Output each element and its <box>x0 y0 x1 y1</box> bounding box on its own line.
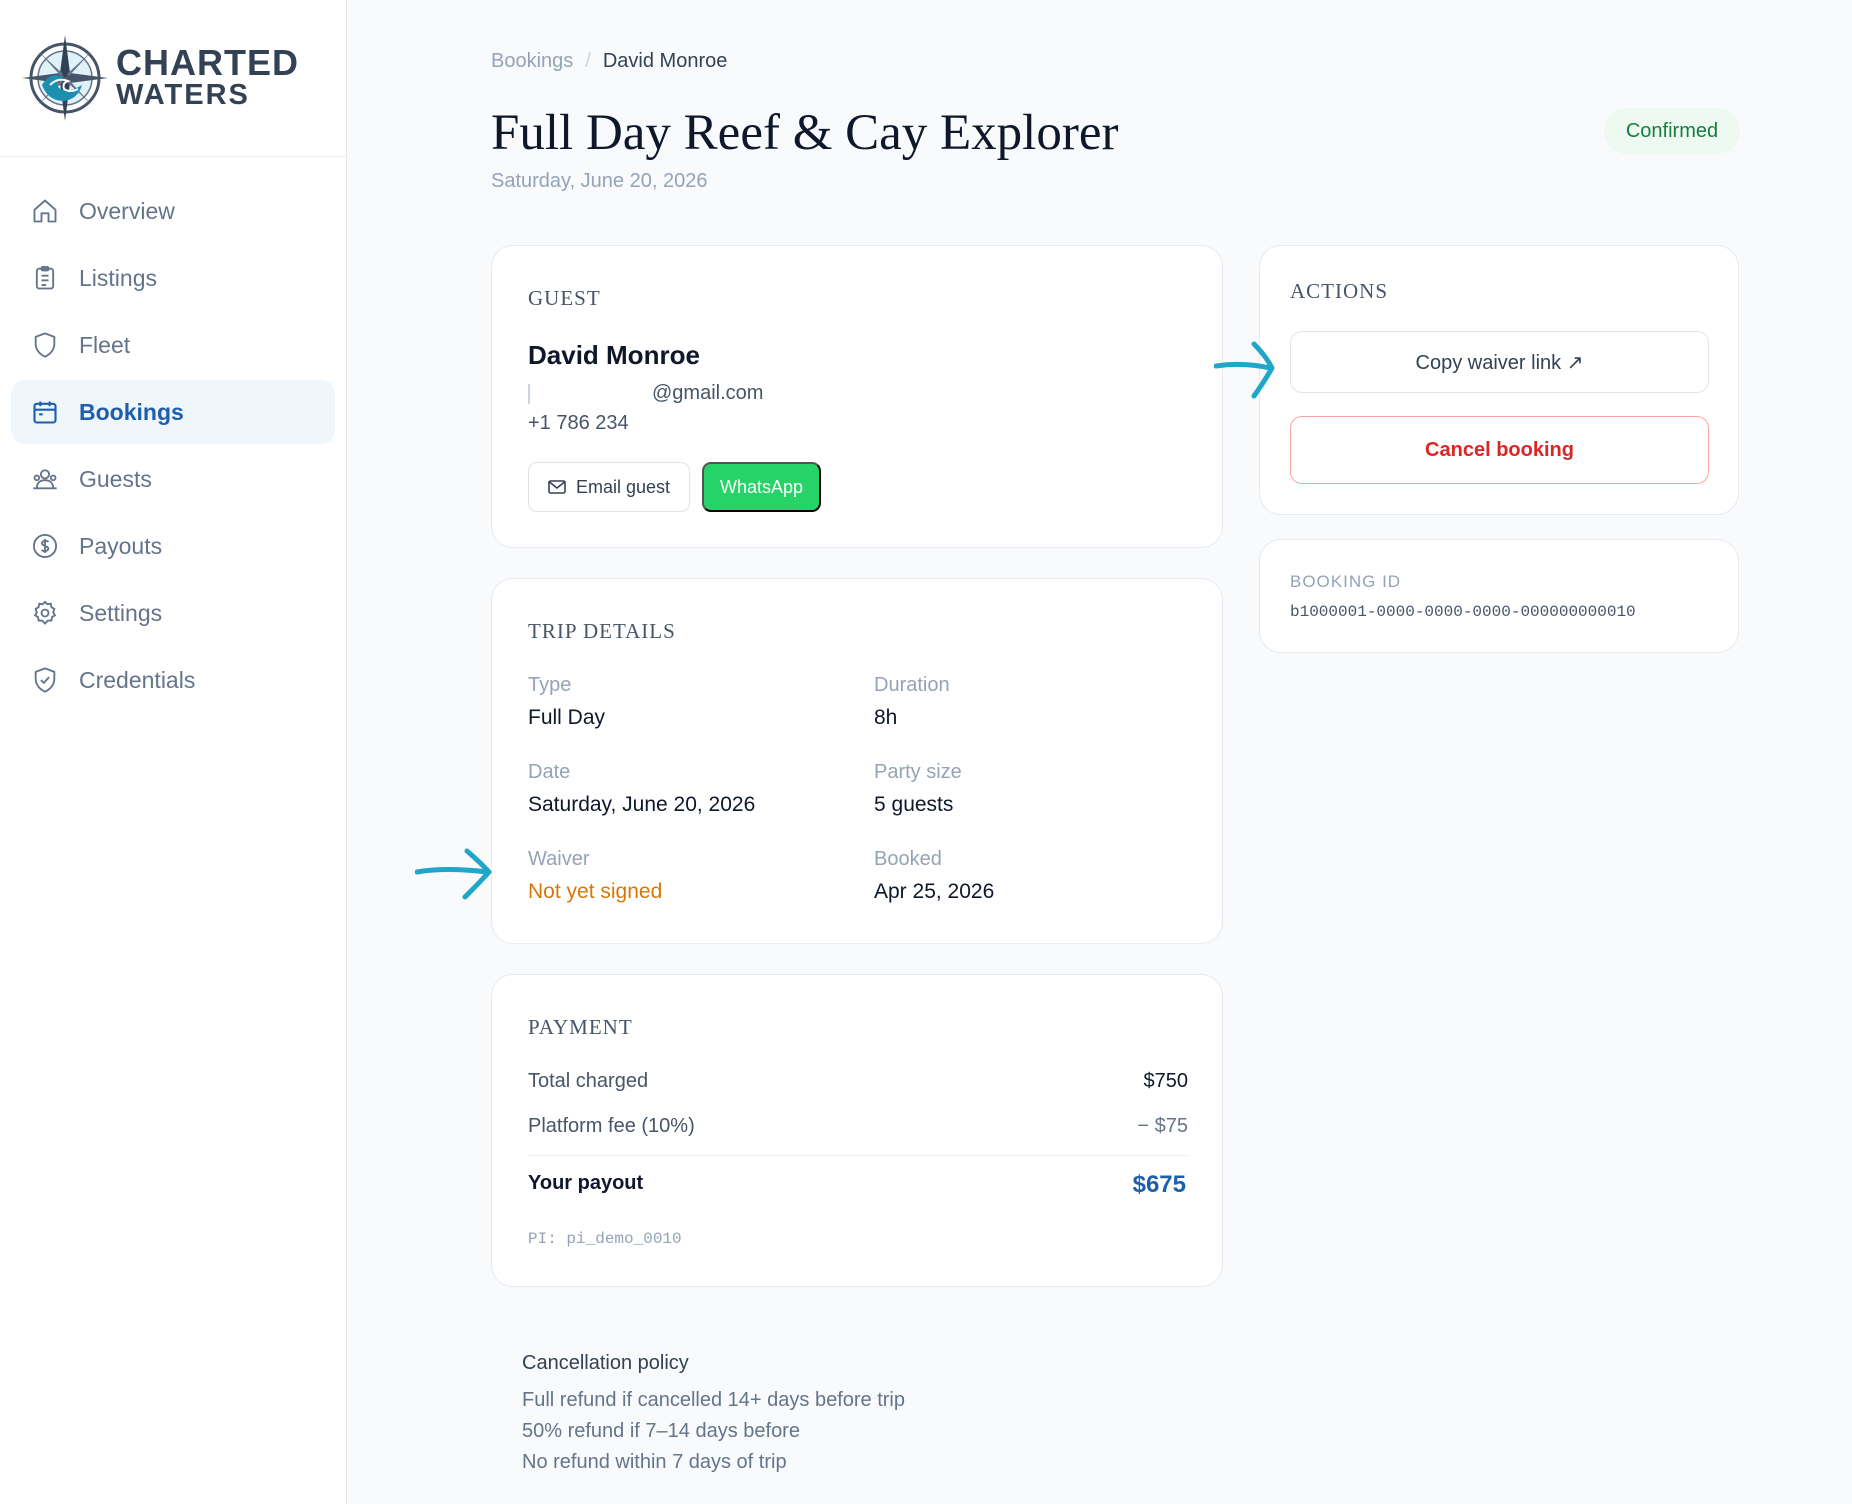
sidebar-item-label: Credentials <box>79 666 196 693</box>
payment-card: PAYMENT Total charged $750 Platform fee … <box>491 974 1223 1287</box>
annotation-arrow-waiver-icon <box>415 848 492 900</box>
booked-label: Booked <box>874 848 942 870</box>
actions-card: ACTIONS Copy waiver link ↗ Cancel bookin… <box>1259 245 1739 515</box>
sidebar: CHARTED WATERS Overview Listings Fleet B… <box>0 0 347 1504</box>
trip-heading: TRIP DETAILS <box>528 619 676 643</box>
actions-heading: ACTIONS <box>1290 279 1389 303</box>
dollar-circle-icon <box>32 533 58 559</box>
shield-icon <box>34 332 56 358</box>
breadcrumb: Bookings / David Monroe <box>491 50 727 73</box>
cancellation-policy: Cancellation policy Full refund if cance… <box>522 1352 905 1478</box>
booking-id-card: BOOKING ID b1000001-0000-0000-0000-00000… <box>1259 539 1739 653</box>
total-charged-label: Total charged <box>528 1070 649 1092</box>
platform-fee-value: − $75 <box>1137 1115 1188 1137</box>
party-size-label: Party size <box>874 761 962 783</box>
waiver-label: Waiver <box>528 848 590 870</box>
cancellation-line: 50% refund if 7–14 days before <box>522 1420 800 1442</box>
sidebar-item-label: Bookings <box>79 398 184 425</box>
guest-phone: +1 786 234 <box>528 412 629 434</box>
guest-card: GUEST David Monroe @gmail.com +1 786 234… <box>491 245 1223 548</box>
type-label: Type <box>528 674 572 696</box>
platform-fee-row: Platform fee (10%) − $75 <box>528 1115 1188 1138</box>
compass-wave-logo-icon <box>22 35 108 121</box>
duration-value: 8h <box>874 706 898 729</box>
annotation-arrow-copy-waiver-icon <box>1214 341 1275 399</box>
cancellation-line: Full refund if cancelled 14+ days before… <box>522 1389 905 1411</box>
sidebar-item-payouts[interactable]: Payouts <box>11 514 335 578</box>
cancel-booking-button[interactable]: Cancel booking <box>1290 416 1709 484</box>
gear-icon <box>33 600 57 625</box>
sidebar-nav: Overview Listings Fleet Bookings Guests … <box>0 157 346 712</box>
party-size-value: 5 guests <box>874 793 954 816</box>
sidebar-item-credentials[interactable]: Credentials <box>11 648 335 712</box>
page-title: Full Day Reef & Cay Explorer <box>491 105 1119 161</box>
cancellation-title: Cancellation policy <box>522 1352 689 1374</box>
main-content: Bookings / David Monroe Full Day Reef & … <box>348 0 1852 1504</box>
sidebar-item-label: Payouts <box>79 532 163 559</box>
payout-label: Your payout <box>528 1172 644 1194</box>
guest-name: David Monroe <box>528 340 700 370</box>
brand-wordmark: CHARTED WATERS <box>116 42 299 111</box>
sidebar-item-overview[interactable]: Overview <box>11 179 335 243</box>
whatsapp-button[interactable]: WhatsApp <box>702 462 821 512</box>
sidebar-item-label: Guests <box>79 465 152 492</box>
breadcrumb-separator: / <box>585 50 591 72</box>
booking-id-value[interactable]: b1000001-0000-0000-0000-000000000010 <box>1290 603 1636 621</box>
sidebar-item-guests[interactable]: Guests <box>11 447 335 511</box>
sidebar-item-label: Fleet <box>79 331 131 358</box>
users-icon <box>33 469 57 490</box>
mail-icon <box>548 480 566 494</box>
sidebar-item-bookings[interactable]: Bookings <box>11 380 335 444</box>
date-label: Date <box>528 761 571 783</box>
sidebar-item-settings[interactable]: Settings <box>11 581 335 645</box>
guest-email[interactable]: @gmail.com <box>528 382 763 405</box>
date-value: Saturday, June 20, 2026 <box>528 793 756 816</box>
brand-logo[interactable]: CHARTED WATERS <box>0 0 346 157</box>
sidebar-item-label: Settings <box>79 599 163 626</box>
breadcrumb-bookings-link[interactable]: Bookings <box>491 50 573 73</box>
email-guest-label: Email guest <box>575 476 671 497</box>
shield-check-icon <box>34 667 56 693</box>
email-guest-button[interactable]: Email guest <box>528 462 690 512</box>
status-badge: Confirmed <box>1604 108 1740 154</box>
brand-line2: WATERS <box>116 79 250 111</box>
sidebar-item-label: Overview <box>79 197 175 224</box>
guest-heading: GUEST <box>528 286 601 310</box>
copy-waiver-link-button[interactable]: Copy waiver link ↗ <box>1290 331 1709 393</box>
platform-fee-label: Platform fee (10%) <box>528 1115 695 1137</box>
redacted-email-local-part <box>528 383 652 404</box>
type-value: Full Day <box>528 706 606 729</box>
payment-intent-id: PI: pi_demo_0010 <box>528 1230 682 1248</box>
sidebar-item-label: Listings <box>79 264 157 291</box>
total-charged-value: $750 <box>1143 1070 1189 1092</box>
total-charged-row: Total charged $750 <box>528 1070 1188 1093</box>
cancellation-line: No refund within 7 days of trip <box>522 1451 787 1473</box>
clipboard-icon <box>35 265 55 290</box>
booked-value: Apr 25, 2026 <box>874 880 995 903</box>
booking-id-label: BOOKING ID <box>1290 572 1402 591</box>
payment-heading: PAYMENT <box>528 1015 633 1039</box>
home-icon <box>33 199 57 223</box>
sidebar-item-listings[interactable]: Listings <box>11 246 335 310</box>
brand-line1: CHARTED <box>116 42 299 83</box>
payment-divider <box>528 1155 1188 1156</box>
trip-details-card: TRIP DETAILS Type Full Day Duration 8h D… <box>491 578 1223 944</box>
calendar-icon <box>33 401 57 424</box>
waiver-status: Not yet signed <box>528 880 663 903</box>
guest-email-domain: @gmail.com <box>652 382 764 404</box>
breadcrumb-current: David Monroe <box>602 50 728 72</box>
sidebar-item-fleet[interactable]: Fleet <box>11 313 335 377</box>
payout-value: $675 <box>1132 1171 1186 1198</box>
page-subtitle: Saturday, June 20, 2026 <box>491 170 708 192</box>
duration-label: Duration <box>874 674 950 696</box>
